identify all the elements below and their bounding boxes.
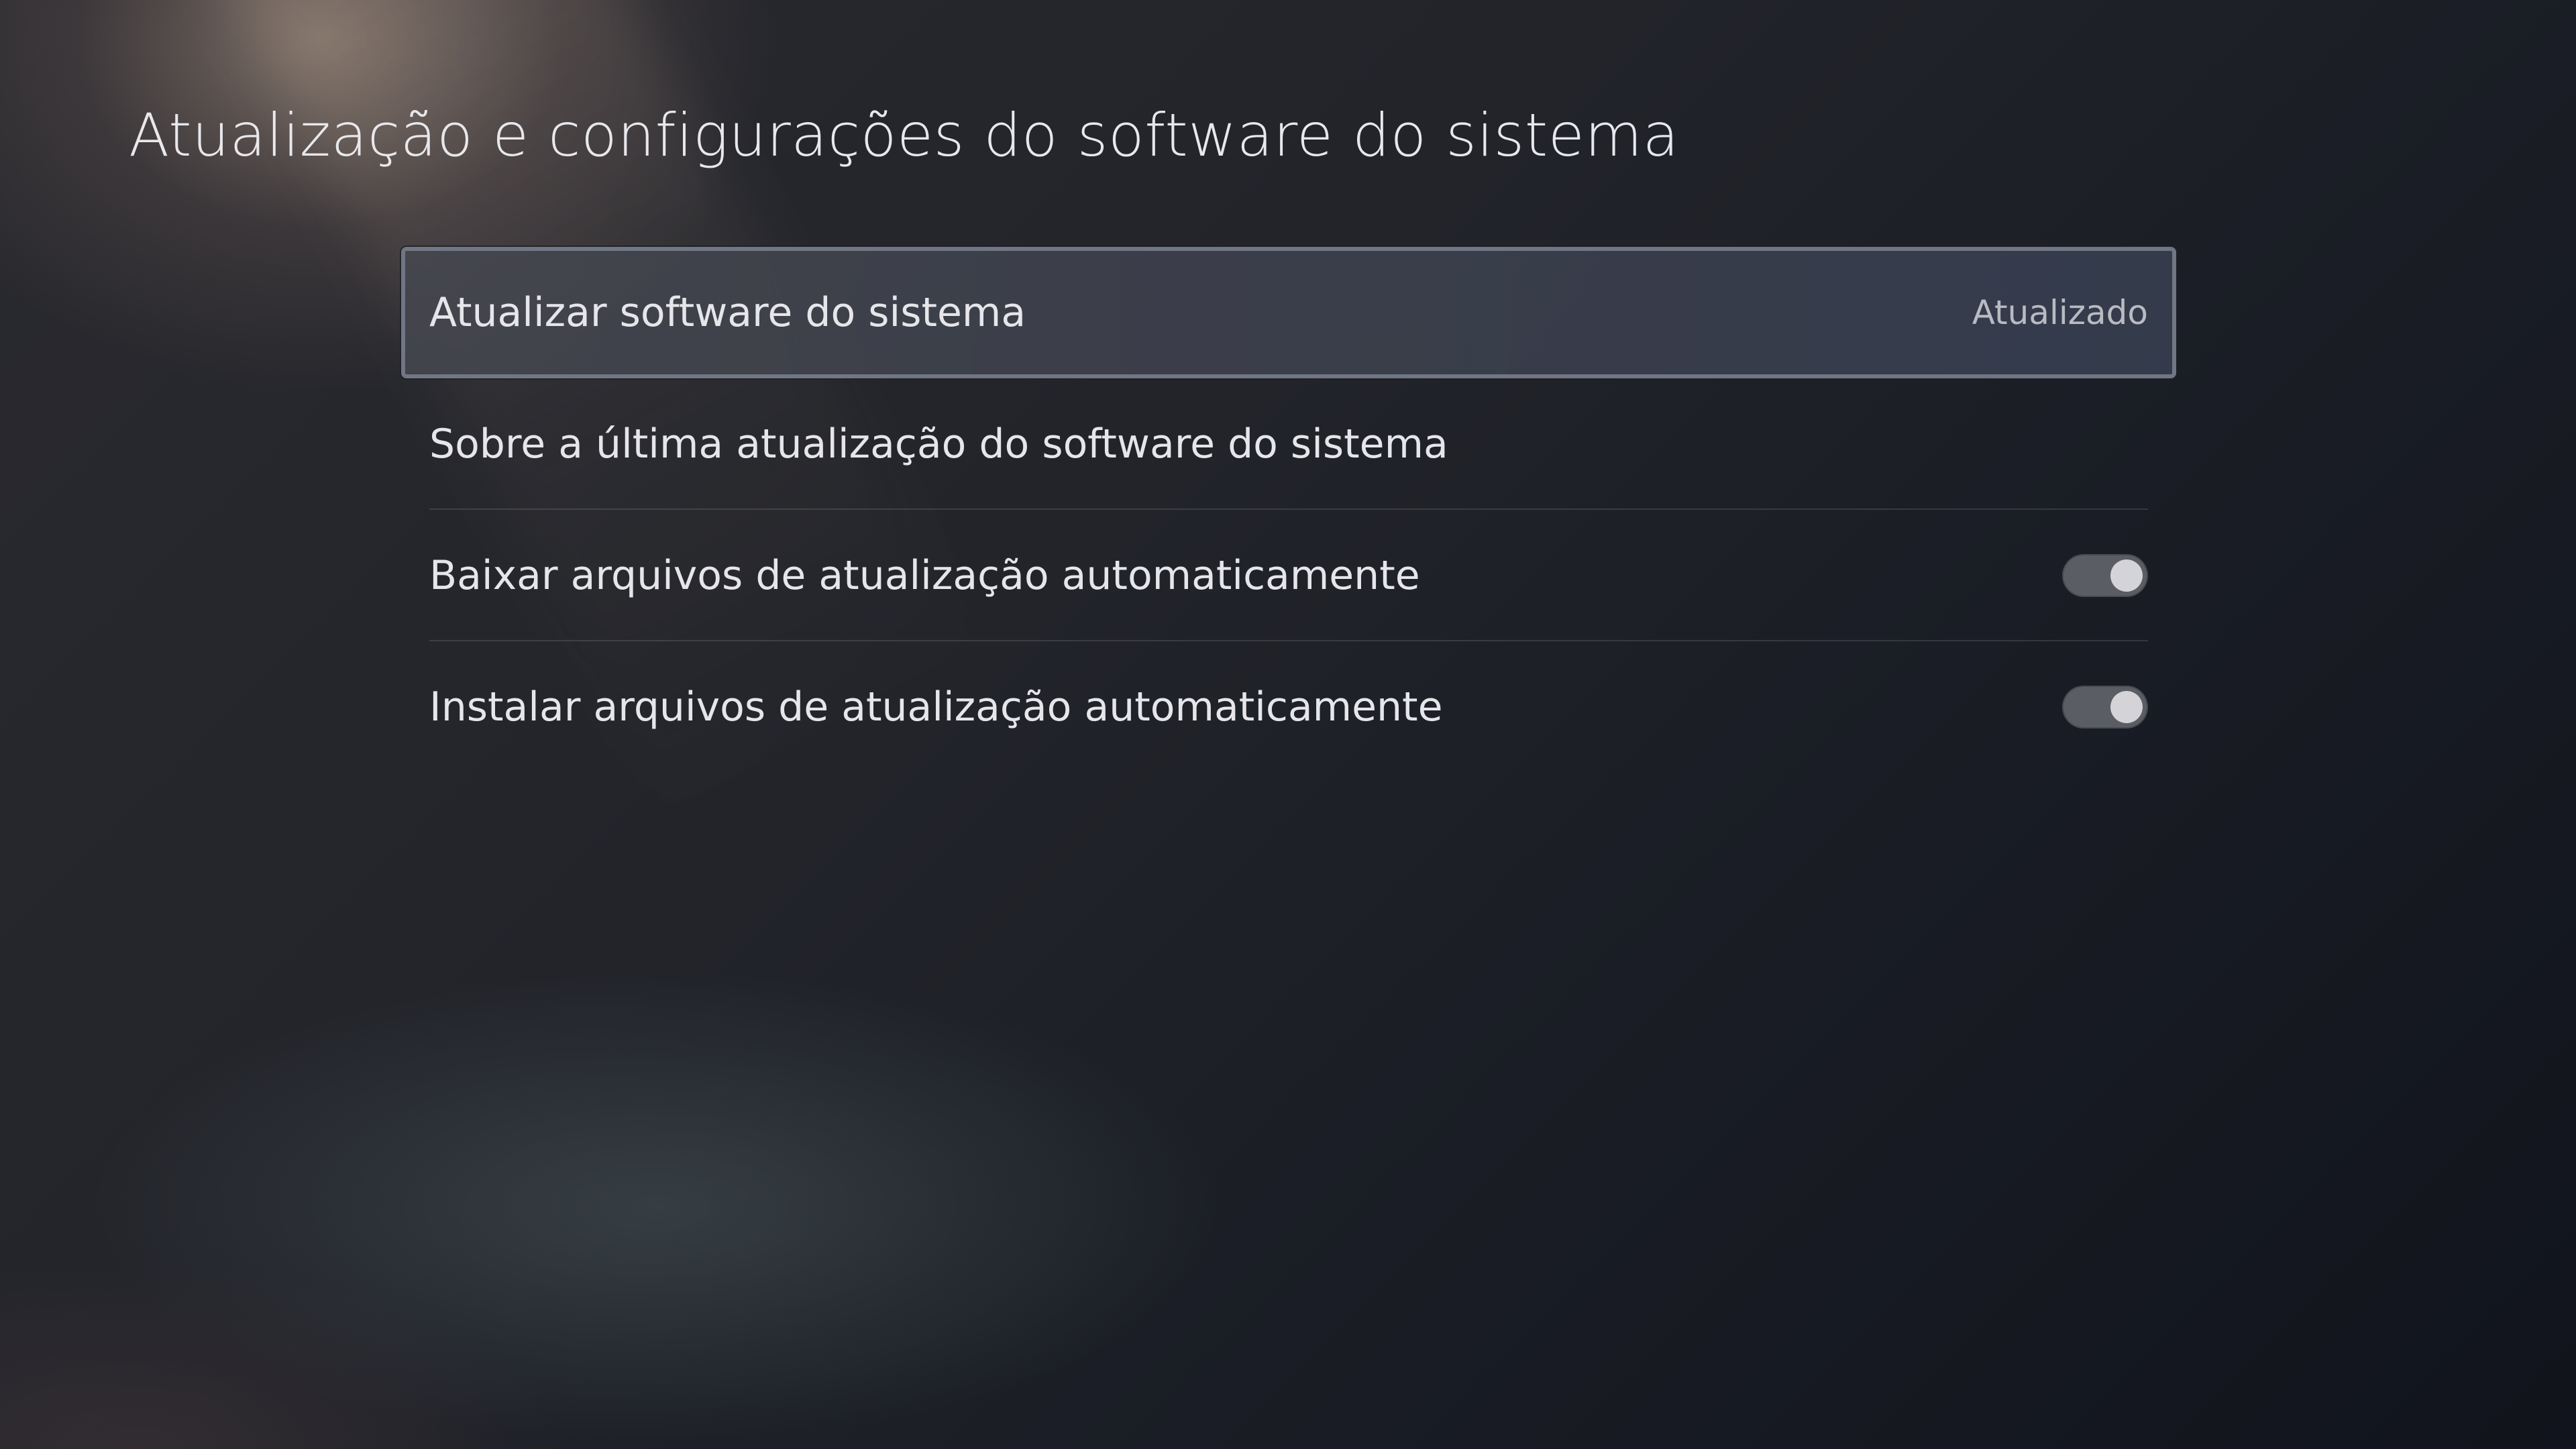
page-title: Atualização e configurações do software …	[129, 101, 1680, 170]
menu-item-about-latest-update[interactable]: Sobre a última atualização do software d…	[401, 378, 2176, 510]
toggle-knob	[2110, 559, 2143, 592]
menu-item-label: Sobre a última atualização do software d…	[429, 421, 1448, 468]
auto-download-toggle[interactable]	[2062, 554, 2148, 597]
menu-item-auto-install[interactable]: Instalar arquivos de atualização automat…	[401, 641, 2176, 773]
menu-item-auto-download[interactable]: Baixar arquivos de atualização automatic…	[401, 510, 2176, 641]
settings-menu-list: Atualizar software do sistema Atualizado…	[401, 247, 2176, 773]
menu-item-label: Baixar arquivos de atualização automatic…	[429, 552, 1420, 599]
menu-item-label: Atualizar software do sistema	[429, 289, 1026, 336]
menu-item-update-system-software[interactable]: Atualizar software do sistema Atualizado	[401, 247, 2176, 378]
toggle-knob	[2110, 691, 2143, 723]
settings-screen: Atualização e configurações do software …	[0, 0, 2576, 1449]
menu-item-label: Instalar arquivos de atualização automat…	[429, 684, 1443, 731]
auto-install-toggle[interactable]	[2062, 686, 2148, 729]
update-status-text: Atualizado	[1972, 293, 2148, 332]
